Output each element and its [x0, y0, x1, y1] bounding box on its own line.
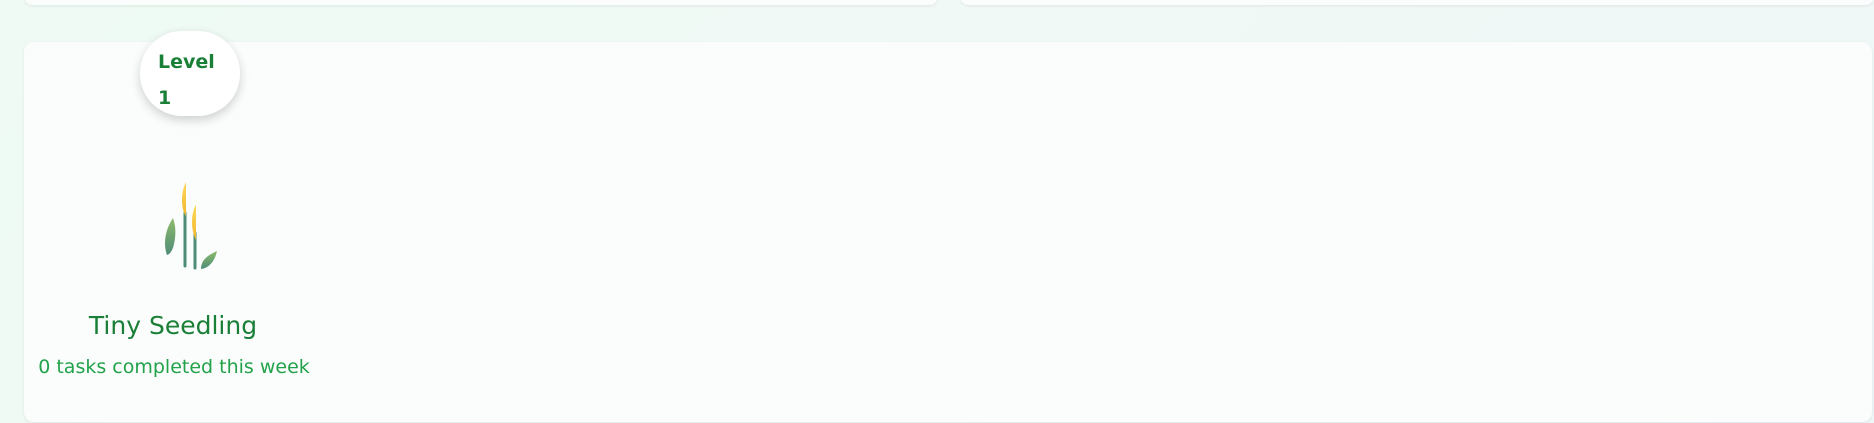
top-card-left: [24, 0, 938, 5]
top-card-right: [960, 0, 1874, 5]
sheaf-of-rice-icon: [165, 182, 217, 270]
progress-card: Level 1 Tiny Seedling 0 tasks completed …: [24, 31, 1872, 422]
level-badge: Level 1: [140, 31, 240, 116]
level-number: 1: [158, 87, 172, 109]
plant-stage-title: Tiny Seedling: [88, 311, 258, 340]
tasks-completed-text: 0 tasks completed this week: [38, 356, 310, 378]
level-label: Level: [158, 51, 215, 73]
